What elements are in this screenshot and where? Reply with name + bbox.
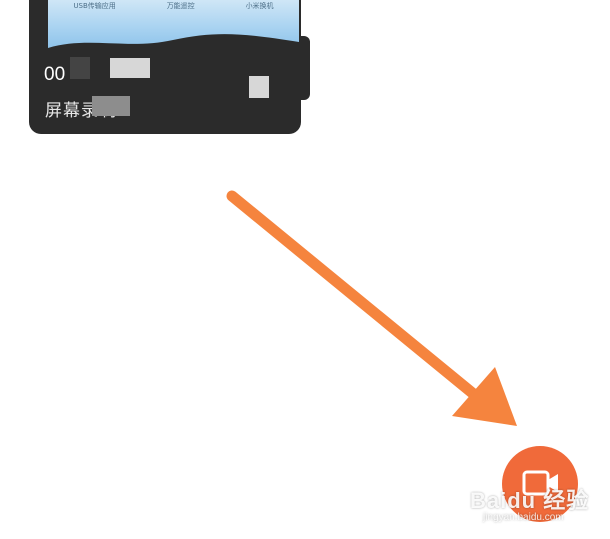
watermark-url: jingyan.baidu.com [483,512,564,523]
watermark-logo: Baidu 经验 [470,488,590,513]
